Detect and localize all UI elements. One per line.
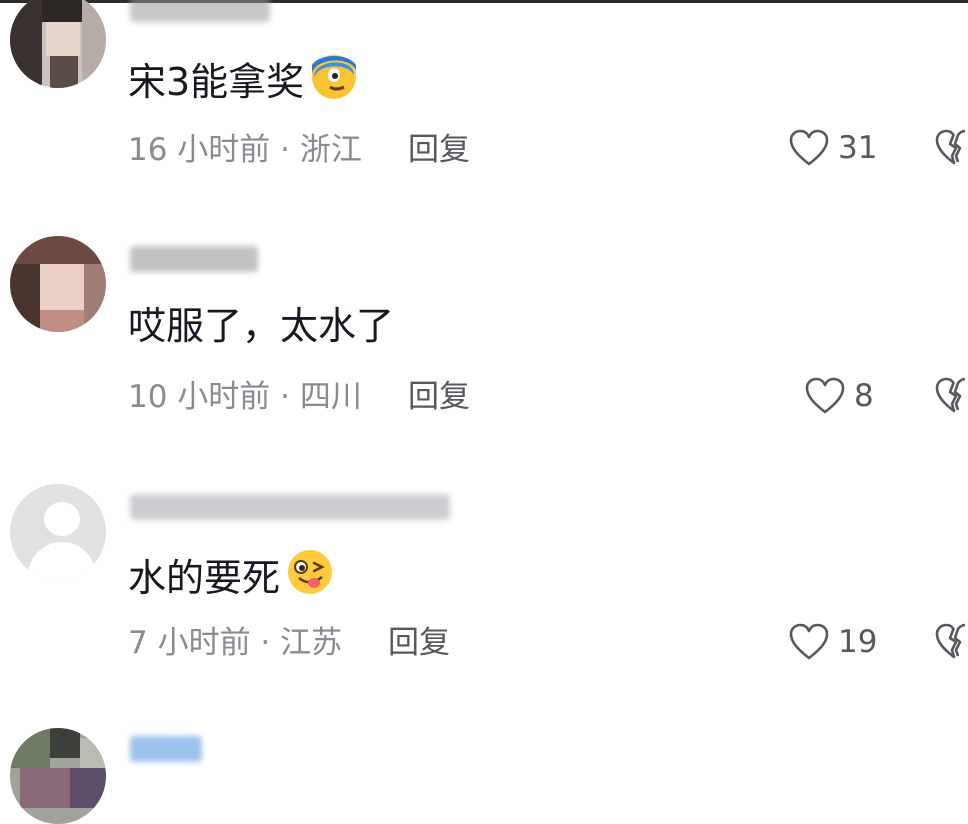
comment-text: 哎服了，太水了: [128, 302, 394, 350]
reply-button[interactable]: 回复: [408, 130, 470, 170]
broken-heart-icon: [935, 623, 966, 659]
username-blurred[interactable]: [130, 246, 258, 272]
like-button[interactable]: 8: [804, 376, 874, 416]
confused-face-emoji-icon: [308, 51, 360, 112]
like-button[interactable]: 19: [788, 622, 877, 662]
username-blurred[interactable]: [130, 736, 202, 762]
comment-text-content: 宋3能拿奖: [128, 60, 305, 104]
comment-text-content: 水的要死: [128, 556, 281, 600]
like-count: 19: [838, 624, 878, 660]
dislike-button[interactable]: [934, 128, 968, 168]
avatar[interactable]: [10, 0, 106, 88]
avatar[interactable]: [10, 728, 106, 824]
like-button[interactable]: 31: [788, 128, 877, 168]
avatar[interactable]: [10, 236, 106, 332]
heart-icon: [789, 129, 829, 166]
comment-meta: 7 小时前 · 江苏: [128, 625, 343, 661]
comment-text-content: 哎服了，太水了: [128, 304, 395, 348]
username-blurred[interactable]: [130, 494, 450, 520]
comment-meta: 10 小时前 · 四川: [128, 379, 362, 415]
like-count: 8: [854, 378, 874, 414]
heart-icon: [805, 377, 845, 414]
username-blurred[interactable]: [130, 0, 270, 22]
winking-tongue-emoji-icon: [284, 547, 336, 608]
like-count: 31: [838, 130, 878, 166]
dislike-button[interactable]: [934, 376, 968, 416]
heart-icon: [789, 623, 829, 660]
avatar[interactable]: [10, 484, 106, 580]
comment-meta: 16 小时前 · 浙江: [128, 132, 362, 168]
dislike-button[interactable]: [934, 622, 968, 662]
reply-button[interactable]: 回复: [388, 623, 450, 663]
broken-heart-icon: [935, 129, 966, 165]
reply-button[interactable]: 回复: [408, 377, 470, 417]
comment-text: 水的要死: [128, 550, 336, 611]
comment-text: 宋3能拿奖: [128, 54, 360, 115]
broken-heart-icon: [935, 377, 966, 413]
